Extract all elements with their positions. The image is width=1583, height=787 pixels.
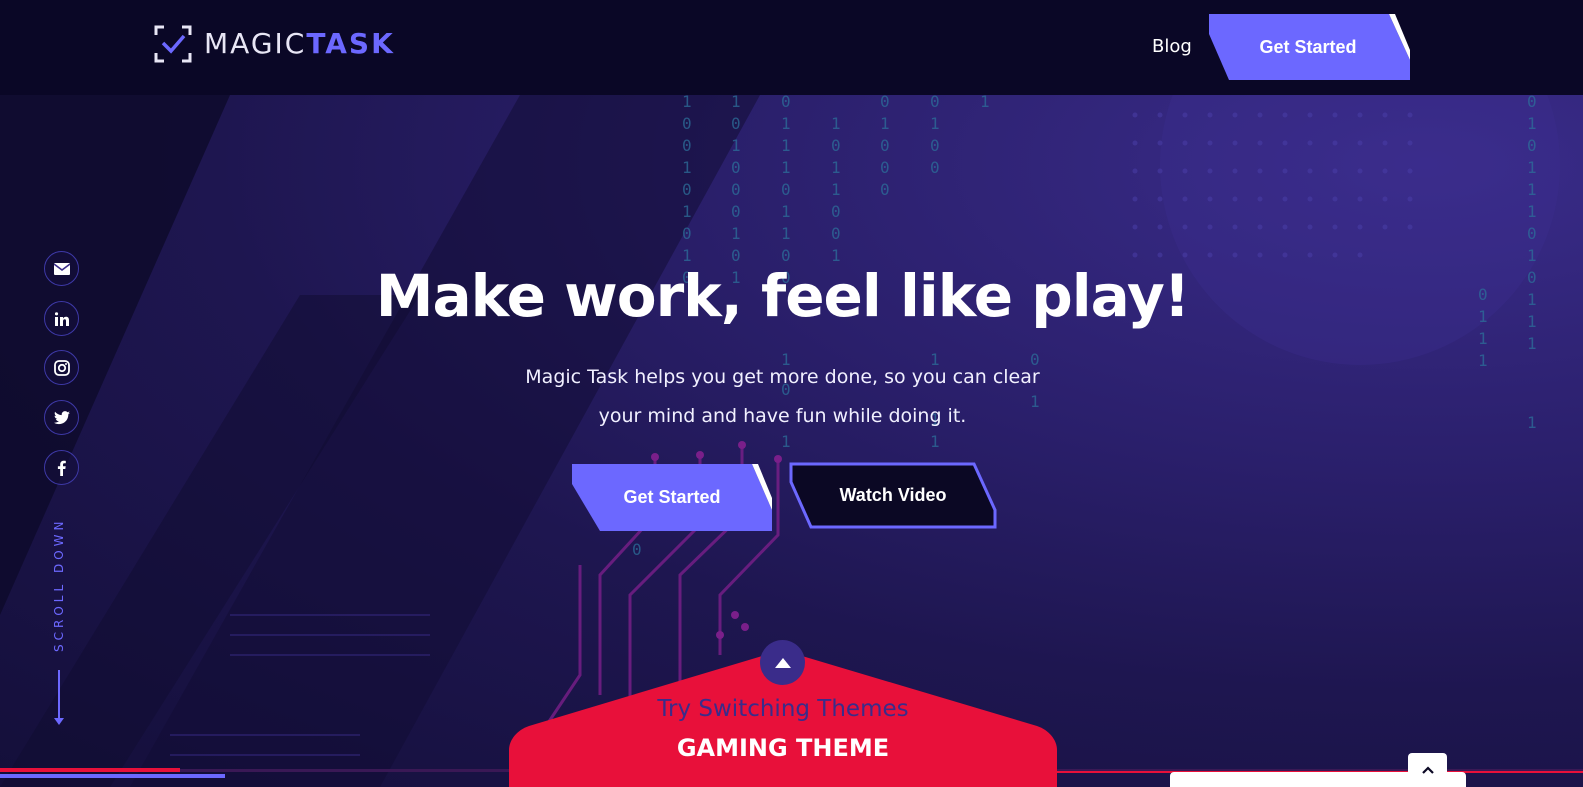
logo-wordmark-light: MAGIC	[204, 27, 307, 60]
svg-text:1: 1	[831, 114, 841, 133]
scroll-down-arrow-icon	[54, 718, 64, 725]
social-twitter-button[interactable]	[44, 400, 79, 435]
svg-text:1: 1	[682, 202, 692, 221]
hero-title: Make work, feel like play!	[375, 262, 1191, 330]
watch-video-button[interactable]: Watch Video	[789, 462, 997, 529]
svg-text:1: 1	[682, 95, 692, 111]
svg-text:0: 0	[731, 158, 741, 177]
social-linkedin-button[interactable]	[44, 301, 79, 336]
svg-text:1: 1	[731, 136, 741, 155]
svg-text:0: 0	[731, 114, 741, 133]
svg-text:0: 0	[781, 95, 791, 111]
svg-text:1: 1	[1527, 334, 1537, 353]
svg-text:1: 1	[880, 114, 890, 133]
scroll-down-label: SCROLL DOWN	[52, 517, 66, 653]
header-get-started-button[interactable]: Get Started	[1209, 14, 1410, 80]
svg-text:0: 0	[930, 95, 940, 111]
hero-get-started-button[interactable]: Get Started	[572, 464, 772, 531]
svg-text:0: 0	[880, 180, 890, 199]
svg-text:1: 1	[731, 95, 741, 111]
svg-text:1: 1	[731, 224, 741, 243]
svg-text:1: 1	[781, 136, 791, 155]
svg-text:0: 0	[880, 158, 890, 177]
bottom-accent-purple	[0, 774, 225, 778]
svg-text:0: 0	[880, 95, 890, 111]
svg-text:1: 1	[1478, 329, 1488, 348]
svg-text:1: 1	[781, 114, 791, 133]
svg-text:0: 0	[930, 158, 940, 177]
svg-text:0: 0	[682, 136, 692, 155]
svg-text:0: 0	[632, 540, 642, 559]
svg-text:0: 0	[930, 136, 940, 155]
logo-wordmark-bold: TASK	[306, 27, 395, 60]
theme-switch-prompt: Try Switching Themes	[657, 696, 909, 722]
linkedin-icon	[54, 311, 69, 326]
caret-up-icon	[774, 657, 791, 668]
svg-text:1: 1	[980, 95, 990, 111]
svg-text:1: 1	[1527, 413, 1537, 432]
nav-blog-link[interactable]: Blog	[1152, 36, 1192, 57]
checkbox-logo-icon	[154, 25, 192, 63]
svg-text:0: 0	[682, 114, 692, 133]
social-email-button[interactable]	[44, 251, 79, 286]
facebook-icon	[57, 460, 66, 476]
svg-text:0: 0	[1527, 136, 1537, 155]
watch-video-label: Watch Video	[839, 485, 947, 505]
svg-text:0: 0	[1527, 224, 1537, 243]
svg-text:1: 1	[1527, 114, 1537, 133]
twitter-icon	[53, 410, 70, 424]
svg-text:0: 0	[682, 224, 692, 243]
hero-primary-label: Get Started	[623, 487, 721, 507]
logo-wordmark: MAGICTASK	[204, 30, 395, 58]
back-to-top-button[interactable]	[1408, 753, 1447, 787]
svg-text:0: 0	[731, 202, 741, 221]
logo[interactable]: MAGICTASK	[154, 24, 395, 64]
svg-text:0: 0	[831, 224, 841, 243]
social-facebook-button[interactable]	[44, 450, 79, 485]
svg-text:1: 1	[1478, 351, 1488, 370]
svg-text:1: 1	[682, 158, 692, 177]
site-header: MAGICTASK Blog Get Started	[0, 0, 1583, 95]
svg-text:0: 0	[831, 202, 841, 221]
instagram-icon	[53, 359, 70, 376]
svg-text:0: 0	[682, 180, 692, 199]
hero-subtitle: Magic Task helps you get more done, so y…	[525, 366, 1040, 427]
svg-text:1: 1	[781, 202, 791, 221]
svg-text:0: 0	[1527, 95, 1537, 111]
svg-text:1: 1	[831, 158, 841, 177]
svg-text:1: 1	[930, 114, 940, 133]
social-instagram-button[interactable]	[44, 350, 79, 385]
current-theme-name: GAMING THEME	[676, 734, 890, 762]
bottom-accent-red	[0, 768, 180, 772]
scroll-down-line	[58, 670, 60, 722]
svg-text:0: 0	[880, 136, 890, 155]
header-cta-label: Get Started	[1259, 36, 1357, 57]
svg-text:1: 1	[781, 224, 791, 243]
theme-toggle-button[interactable]	[760, 640, 805, 685]
svg-text:1: 1	[781, 158, 791, 177]
svg-text:0: 0	[731, 180, 741, 199]
svg-text:0: 0	[831, 136, 841, 155]
svg-text:1: 1	[831, 180, 841, 199]
svg-text:1: 1	[1527, 180, 1537, 199]
svg-text:1: 1	[1527, 202, 1537, 221]
email-icon	[53, 262, 70, 275]
chevron-up-icon	[1421, 766, 1434, 774]
svg-text:1: 1	[1527, 158, 1537, 177]
svg-text:0: 0	[781, 180, 791, 199]
